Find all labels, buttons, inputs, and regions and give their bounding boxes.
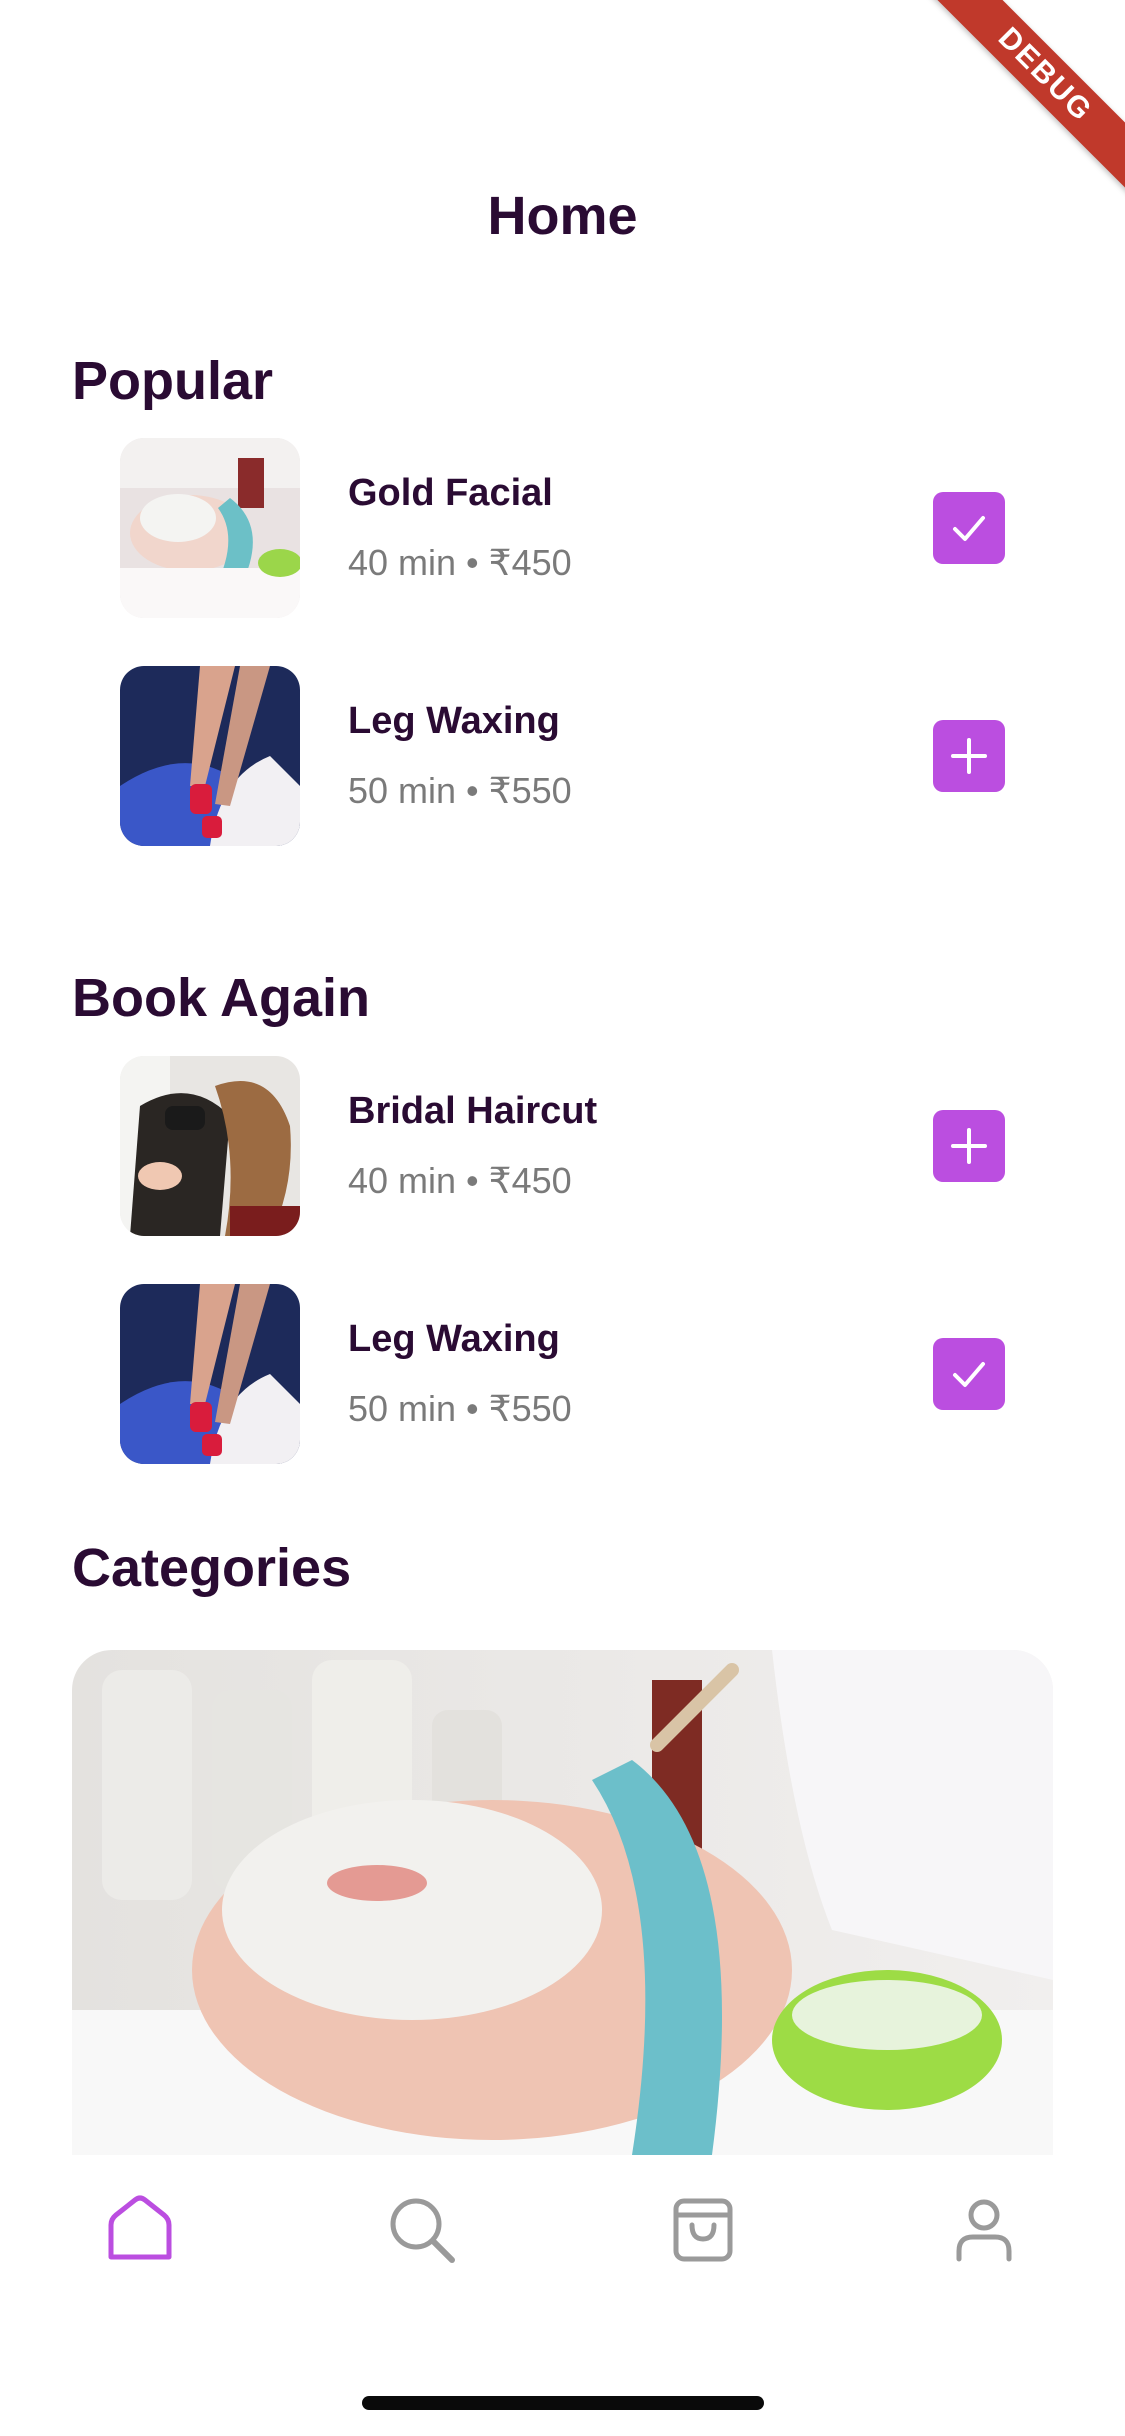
home-icon (108, 2195, 172, 2260)
search-icon (390, 2198, 455, 2263)
nav-home[interactable] (95, 2185, 185, 2275)
plus-icon (951, 738, 987, 774)
section-title-categories: Categories (72, 1538, 352, 1598)
service-thumbnail-waxing (120, 1284, 300, 1464)
list-item[interactable]: Gold Facial 40 min • ₹450 (120, 438, 1020, 618)
nav-profile[interactable] (939, 2185, 1029, 2275)
category-card-facial[interactable] (72, 1650, 1053, 2155)
debug-label: DEBUG (922, 0, 1125, 198)
service-meta: 50 min • ₹550 (348, 1388, 572, 1429)
service-thumbnail-waxing (120, 666, 300, 846)
service-thumbnail-haircut (120, 1056, 300, 1236)
service-name: Leg Waxing (348, 700, 560, 742)
service-name: Bridal Haircut (348, 1090, 598, 1132)
add-button[interactable] (933, 1110, 1005, 1182)
check-icon (953, 516, 985, 541)
bottom-nav (0, 2155, 1125, 2436)
added-button[interactable] (933, 1338, 1005, 1410)
nav-bag[interactable] (658, 2185, 748, 2275)
section-title-popular: Popular (72, 351, 274, 411)
list-item[interactable]: Leg Waxing 50 min • ₹550 (120, 1284, 1020, 1464)
list-item[interactable]: Leg Waxing 50 min • ₹550 (120, 666, 1020, 846)
home-indicator (362, 2396, 764, 2410)
added-button[interactable] (933, 492, 1005, 564)
service-name: Leg Waxing (348, 1318, 560, 1360)
category-image (72, 1650, 1053, 2155)
section-title-book-again: Book Again (72, 968, 371, 1028)
add-button[interactable] (933, 720, 1005, 792)
service-thumbnail-facial (120, 438, 300, 618)
service-meta: 50 min • ₹550 (348, 770, 572, 811)
page-title: Home (487, 186, 638, 246)
nav-search[interactable] (377, 2185, 467, 2275)
list-item[interactable]: Bridal Haircut 40 min • ₹450 (120, 1056, 1020, 1236)
service-meta: 40 min • ₹450 (348, 1160, 572, 1201)
service-name: Gold Facial (348, 472, 553, 514)
profile-icon (956, 2199, 1012, 2262)
plus-icon (951, 1128, 987, 1164)
check-icon (953, 1362, 985, 1387)
service-meta: 40 min • ₹450 (348, 542, 572, 583)
bag-icon (673, 2198, 733, 2262)
